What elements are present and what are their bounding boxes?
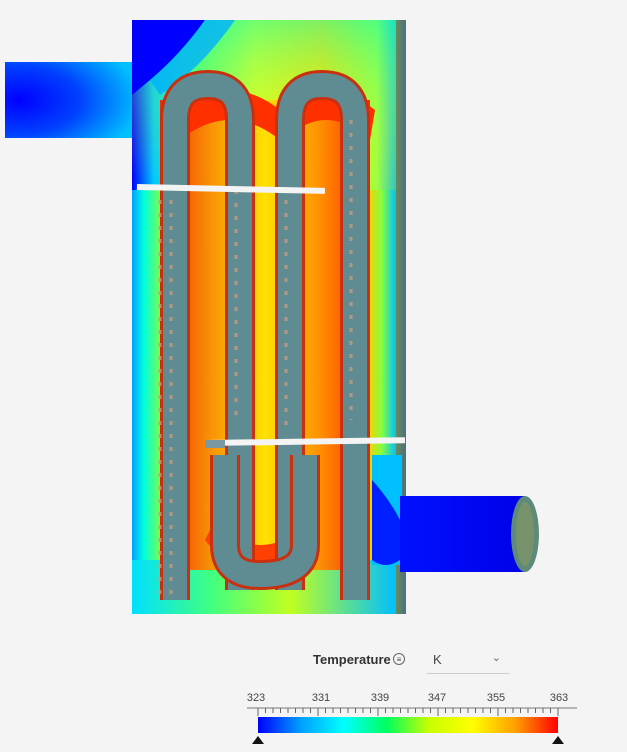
simulation-viewport[interactable]	[0, 0, 627, 630]
unit-value: K	[433, 652, 442, 667]
legend-title: Temperature	[313, 652, 391, 667]
unit-select[interactable]: K ⌄	[427, 646, 509, 674]
outlet-pipe	[372, 455, 539, 572]
chevron-down-icon: ⌄	[491, 652, 501, 664]
legend-menu-icon[interactable]: ≡	[393, 653, 405, 665]
inlet-pipe	[5, 62, 140, 138]
colorbar	[247, 700, 577, 747]
min-handle	[252, 736, 264, 744]
max-handle	[552, 736, 564, 744]
colorbar-gradient	[258, 717, 558, 733]
